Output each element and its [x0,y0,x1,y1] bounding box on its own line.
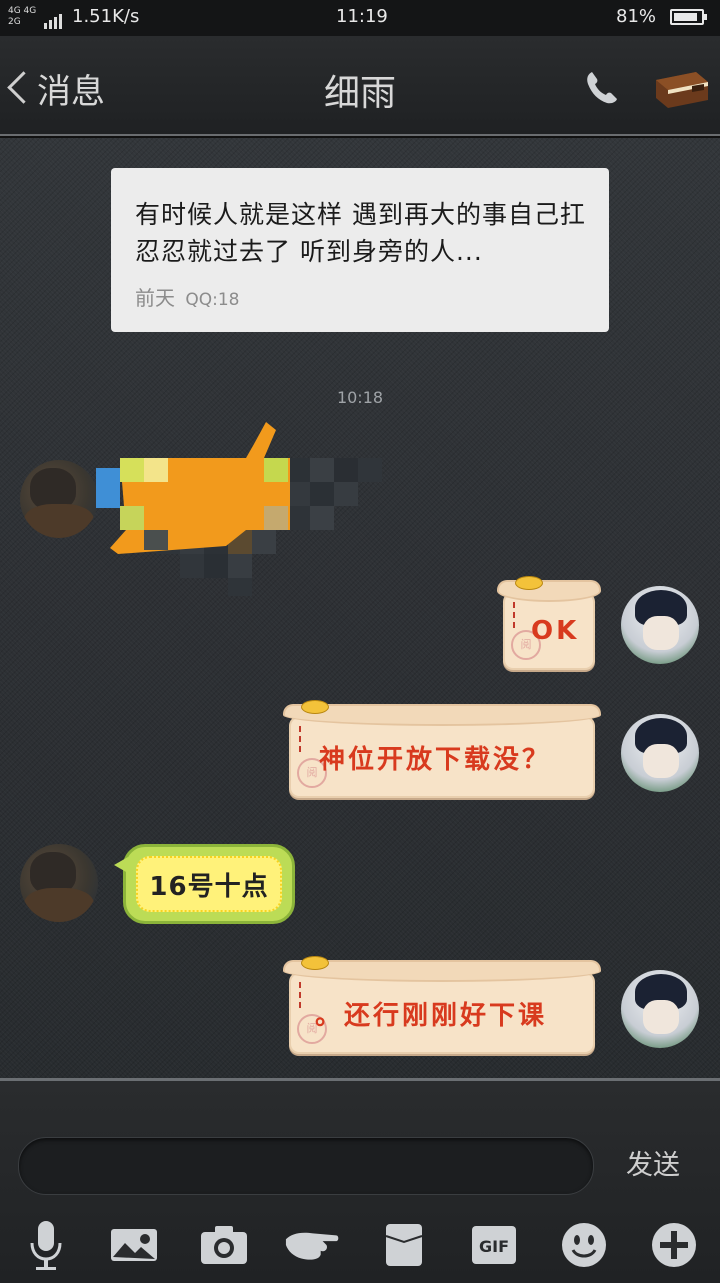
message-text: 。还行刚刚好下课 [315,1000,548,1031]
svg-text:GIF: GIF [479,1237,509,1256]
battery-percent: 81% [616,6,657,27]
signal-icon [44,8,64,29]
message-input[interactable] [18,1137,594,1195]
chat-header: 消息 细雨 [0,36,720,136]
message-bubble[interactable]: 阅 OK [497,576,601,670]
microphone-icon[interactable] [18,1217,74,1273]
input-toolbar: GIF [0,1203,720,1281]
send-button[interactable]: 发送 [626,1143,680,1182]
message-text: 神位开放下载没？ [319,744,552,775]
input-bar: 发送 GIF [0,1078,720,1283]
camera-icon[interactable] [196,1217,252,1273]
message-timestamp: 10:18 [336,388,384,407]
gold-knot-icon [515,576,543,590]
message-text: OK [531,616,580,646]
note-date: 前天 [135,286,175,310]
gold-knot-icon [301,700,329,714]
pixelated-sticker[interactable] [96,418,386,598]
message-bubble[interactable]: 阅 神位开放下载没？ [283,700,601,798]
phone-icon[interactable] [582,68,622,108]
my-avatar[interactable] [621,970,699,1048]
plus-icon[interactable] [646,1217,702,1273]
message-bubble[interactable]: 16号十点 [114,844,295,924]
status-bar: 4G 4G 2G 1.51K/s 11:19 81% [0,0,720,36]
tassel-icon [513,602,519,628]
network-indicator: 4G 4G 2G [8,6,37,27]
my-avatar[interactable] [621,714,699,792]
photo-icon[interactable] [106,1217,162,1273]
note-meta: 前天 QQ:18 [135,282,239,311]
battery-icon [670,9,707,25]
my-avatar[interactable] [621,586,699,664]
gold-knot-icon [301,956,329,970]
message-bubble[interactable]: 阅 。还行刚刚好下课 [283,956,601,1054]
network-speed: 1.51K/s [72,6,140,27]
chat-history-icon[interactable] [652,66,712,112]
contact-avatar[interactable] [20,460,98,538]
note-time: QQ:18 [185,290,240,310]
shared-note-card[interactable]: 有时候人就是这样 遇到再大的事自己扛忍忍就过去了 听到身旁的人... 前天 QQ… [111,168,609,332]
clock: 11:19 [336,6,388,27]
gif-icon[interactable]: GIF [466,1217,522,1273]
poke-hand-icon[interactable] [284,1217,340,1273]
note-text: 有时候人就是这样 遇到再大的事自己扛忍忍就过去了 听到身旁的人... [135,200,586,266]
tassel-icon [299,982,305,1008]
tassel-icon [299,726,305,752]
folder-icon[interactable] [376,1217,432,1273]
message-text: 16号十点 [149,871,269,902]
contact-avatar[interactable] [20,844,98,922]
emoji-icon[interactable] [556,1217,612,1273]
